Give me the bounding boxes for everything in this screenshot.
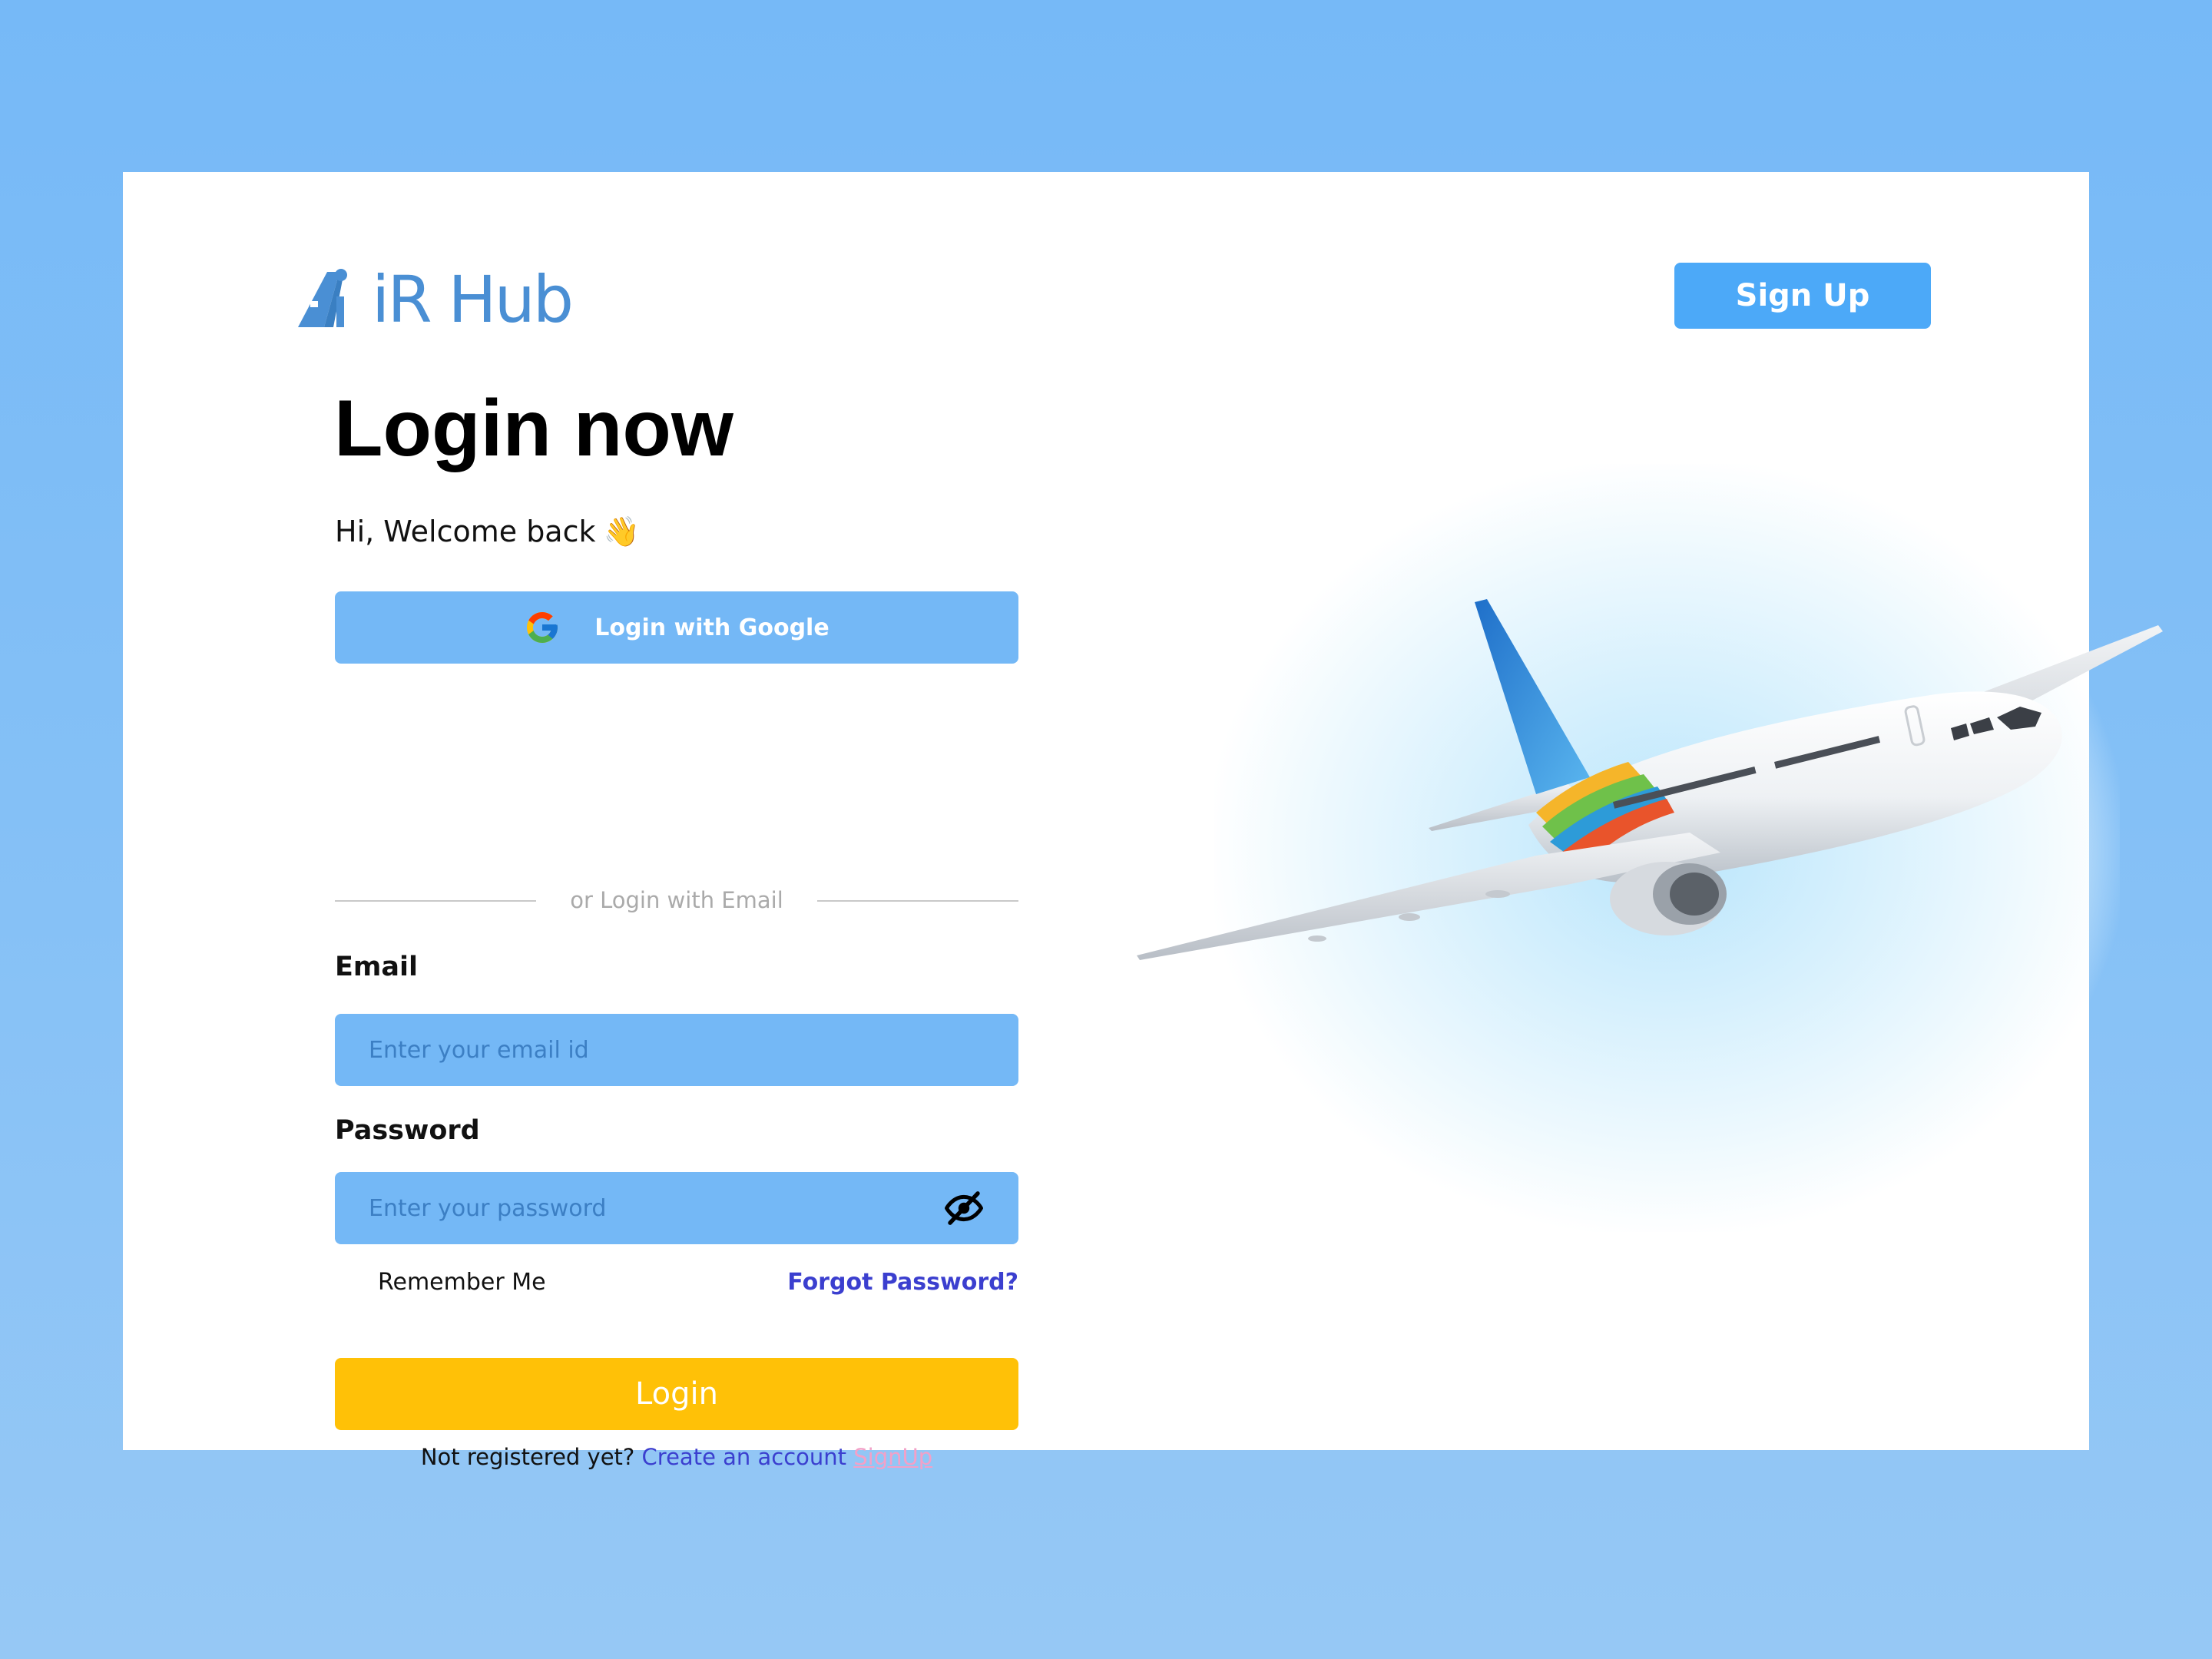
remember-me[interactable]: Remember Me — [378, 1269, 546, 1296]
login-google-button[interactable]: Login with Google — [335, 591, 1018, 664]
eye-off-icon[interactable] — [943, 1187, 985, 1229]
password-field[interactable] — [335, 1172, 1018, 1244]
hero-illustration — [1137, 464, 2197, 1232]
logo-plane-icon — [298, 269, 347, 327]
brand-logo[interactable]: iR Hub — [295, 261, 574, 338]
google-button-label: Login with Google — [594, 614, 830, 641]
signup-link[interactable]: SignUp — [853, 1444, 932, 1470]
signup-prompt: Not registered yet? Create an account Si… — [335, 1444, 1018, 1470]
divider-line-right — [817, 900, 1018, 902]
email-field[interactable] — [335, 1014, 1018, 1086]
email-label: Email — [335, 952, 418, 982]
google-icon — [527, 612, 558, 643]
login-button[interactable]: Login — [335, 1358, 1018, 1430]
login-card: iR Hub Sign Up Login now Hi, Welcome bac… — [123, 172, 2163, 1470]
create-account-link[interactable]: Create an account — [642, 1444, 846, 1470]
password-label: Password — [335, 1115, 480, 1146]
welcome-label: Hi, Welcome back — [335, 515, 596, 548]
logo-text: iR Hub — [372, 262, 574, 337]
waving-hand-icon: 👋 — [603, 515, 640, 548]
page-title: Login now — [334, 384, 733, 473]
signup-button[interactable]: Sign Up — [1674, 263, 1931, 329]
footer-question: Not registered yet? — [420, 1444, 635, 1470]
forgot-password-link[interactable]: Forgot Password? — [787, 1269, 1018, 1296]
divider: or Login with Email — [335, 885, 1018, 916]
welcome-text: Hi, Welcome back 👋 — [335, 515, 640, 549]
airplane-illustration — [1137, 599, 2163, 960]
